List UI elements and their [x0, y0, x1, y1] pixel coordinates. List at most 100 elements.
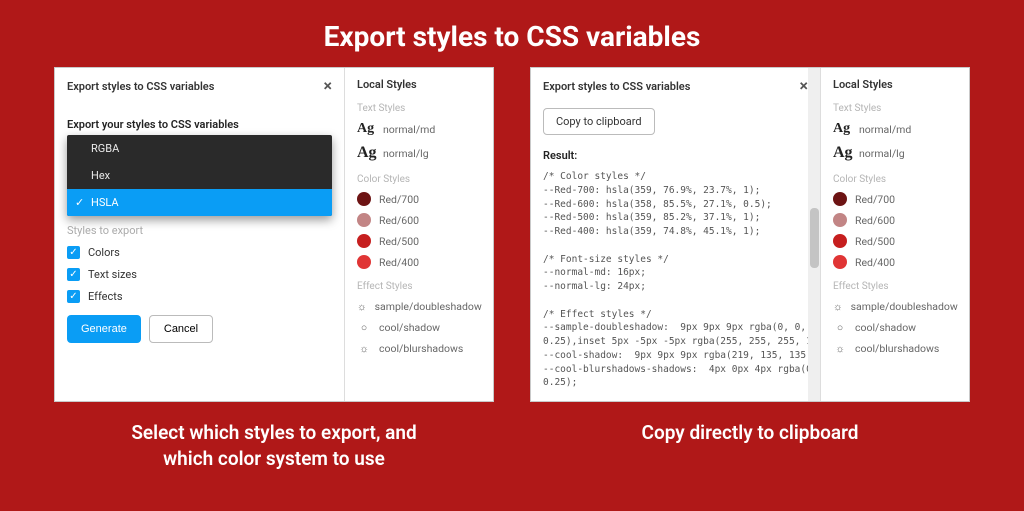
color-red600[interactable]: Red/600 [833, 213, 957, 227]
sun-icon: ☼ [833, 299, 843, 313]
copy-to-clipboard-button[interactable]: Copy to clipboard [543, 108, 655, 135]
left-caption: Select which styles to export, and which… [54, 420, 494, 471]
checkbox-label: Colors [88, 246, 120, 259]
effect-blurshadows[interactable]: ☼ cool/blurshadows [833, 341, 957, 355]
export-modal-right: Export styles to CSS variables × Copy to… [531, 68, 821, 401]
style-label: Red/600 [855, 214, 895, 227]
style-label: Red/700 [379, 193, 419, 206]
circle-icon: ○ [833, 320, 847, 334]
caption-line: which color system to use [163, 447, 385, 470]
color-styles-label: Color Styles [357, 174, 481, 185]
color-red600[interactable]: Red/600 [357, 213, 481, 227]
color-red500[interactable]: Red/500 [357, 234, 481, 248]
option-rgba[interactable]: RGBA [67, 135, 332, 162]
local-styles-heading: Local Styles [833, 78, 957, 91]
effect-doubleshadow[interactable]: ☼ sample/doubleshadow [833, 299, 957, 313]
effect-doubleshadow[interactable]: ☼ sample/doubleshadow [357, 299, 481, 313]
swatch-icon [833, 192, 847, 206]
checkbox-icon: ✓ [67, 268, 80, 281]
style-label: Red/600 [379, 214, 419, 227]
css-output[interactable]: /* Color styles */ --Red-700: hsla(359, … [543, 170, 808, 390]
checkbox-label: Effects [88, 290, 123, 303]
ag-icon: Ag [357, 121, 375, 137]
effect-shadow[interactable]: ○ cool/shadow [357, 320, 481, 334]
color-red700[interactable]: Red/700 [357, 192, 481, 206]
style-label: cool/shadow [855, 321, 916, 334]
text-style-lg[interactable]: Ag normal/lg [833, 144, 957, 162]
text-style-md[interactable]: Ag normal/md [357, 121, 481, 137]
scrollbar-thumb[interactable] [810, 208, 819, 268]
swatch-icon [357, 213, 371, 227]
ag-icon: Ag [357, 144, 375, 162]
style-label: normal/lg [859, 147, 905, 160]
style-label: Red/400 [855, 256, 895, 269]
caption-line: Select which styles to export, and [131, 421, 416, 444]
effect-styles-label: Effect Styles [833, 281, 957, 292]
text-styles-label: Text Styles [833, 103, 957, 114]
style-label: Red/500 [855, 235, 895, 248]
style-label: cool/blurshadows [855, 342, 939, 355]
color-system-dropdown[interactable]: RGBA Hex HSLA [67, 135, 332, 216]
cancel-button[interactable]: Cancel [149, 315, 213, 343]
style-label: sample/doubleshadow [851, 300, 958, 313]
option-hsla[interactable]: HSLA [67, 189, 332, 216]
right-caption: Copy directly to clipboard [530, 420, 970, 446]
color-red500[interactable]: Red/500 [833, 234, 957, 248]
local-styles-panel: Local Styles Text Styles Ag normal/md Agn… [821, 68, 969, 401]
text-style-lg[interactable]: Ag normal/lg [357, 144, 481, 162]
checkbox-text-sizes[interactable]: ✓ Text sizes [67, 268, 332, 281]
close-icon[interactable]: × [800, 78, 809, 94]
style-label: Red/500 [379, 235, 419, 248]
effect-shadow[interactable]: ○ cool/shadow [833, 320, 957, 334]
color-red700[interactable]: Red/700 [833, 192, 957, 206]
swatch-icon [833, 234, 847, 248]
left-panel: Export styles to CSS variables × Export … [54, 67, 494, 402]
color-red400[interactable]: Red/400 [833, 255, 957, 269]
style-label: Red/400 [379, 256, 419, 269]
sun-icon: ☼ [357, 341, 371, 355]
effect-blurshadows[interactable]: ☼ cool/blurshadows [357, 341, 481, 355]
scrollbar[interactable] [808, 68, 820, 401]
modal-title: Export styles to CSS variables [543, 80, 690, 93]
style-label: sample/doubleshadow [375, 300, 482, 313]
modal-subhead: Export your styles to CSS variables [67, 118, 332, 131]
checkbox-colors[interactable]: ✓ Colors [67, 246, 332, 259]
text-style-md[interactable]: Ag normal/md [833, 121, 957, 137]
export-modal-left: Export styles to CSS variables × Export … [55, 68, 345, 401]
right-panel: Export styles to CSS variables × Copy to… [530, 67, 970, 402]
result-label: Result: [543, 149, 808, 162]
page-title: Export styles to CSS variables [0, 0, 1024, 67]
swatch-icon [833, 213, 847, 227]
close-icon[interactable]: × [324, 78, 333, 94]
checkbox-icon: ✓ [67, 246, 80, 259]
left-panel-wrap: Export styles to CSS variables × Export … [54, 67, 494, 471]
sun-icon: ☼ [833, 341, 847, 355]
swatch-icon [357, 192, 371, 206]
ag-icon: Ag [833, 121, 851, 137]
text-styles-label: Text Styles [357, 103, 481, 114]
generate-button[interactable]: Generate [67, 315, 141, 343]
swatch-icon [357, 234, 371, 248]
local-styles-heading: Local Styles [357, 78, 481, 91]
circle-icon: ○ [357, 320, 371, 334]
checkbox-effects[interactable]: ✓ Effects [67, 290, 332, 303]
sun-icon: ☼ [357, 299, 367, 313]
checkbox-icon: ✓ [67, 290, 80, 303]
local-styles-panel: Local Styles Text Styles Ag normal/md Agn… [345, 68, 493, 401]
modal-title: Export styles to CSS variables [67, 80, 214, 93]
styles-to-export-label: Styles to export [67, 224, 332, 237]
style-label: cool/blurshadows [379, 342, 463, 355]
effect-styles-label: Effect Styles [357, 281, 481, 292]
swatch-icon [833, 255, 847, 269]
right-panel-wrap: Export styles to CSS variables × Copy to… [530, 67, 970, 471]
style-label: cool/shadow [379, 321, 440, 334]
color-styles-label: Color Styles [833, 174, 957, 185]
option-hex[interactable]: Hex [67, 162, 332, 189]
style-label: Red/700 [855, 193, 895, 206]
style-label: normal/md [859, 123, 911, 136]
style-label: normal/lg [383, 147, 429, 160]
style-label: normal/md [383, 123, 435, 136]
color-red400[interactable]: Red/400 [357, 255, 481, 269]
ag-icon: Ag [833, 144, 851, 162]
panels-row: Export styles to CSS variables × Export … [0, 67, 1024, 471]
